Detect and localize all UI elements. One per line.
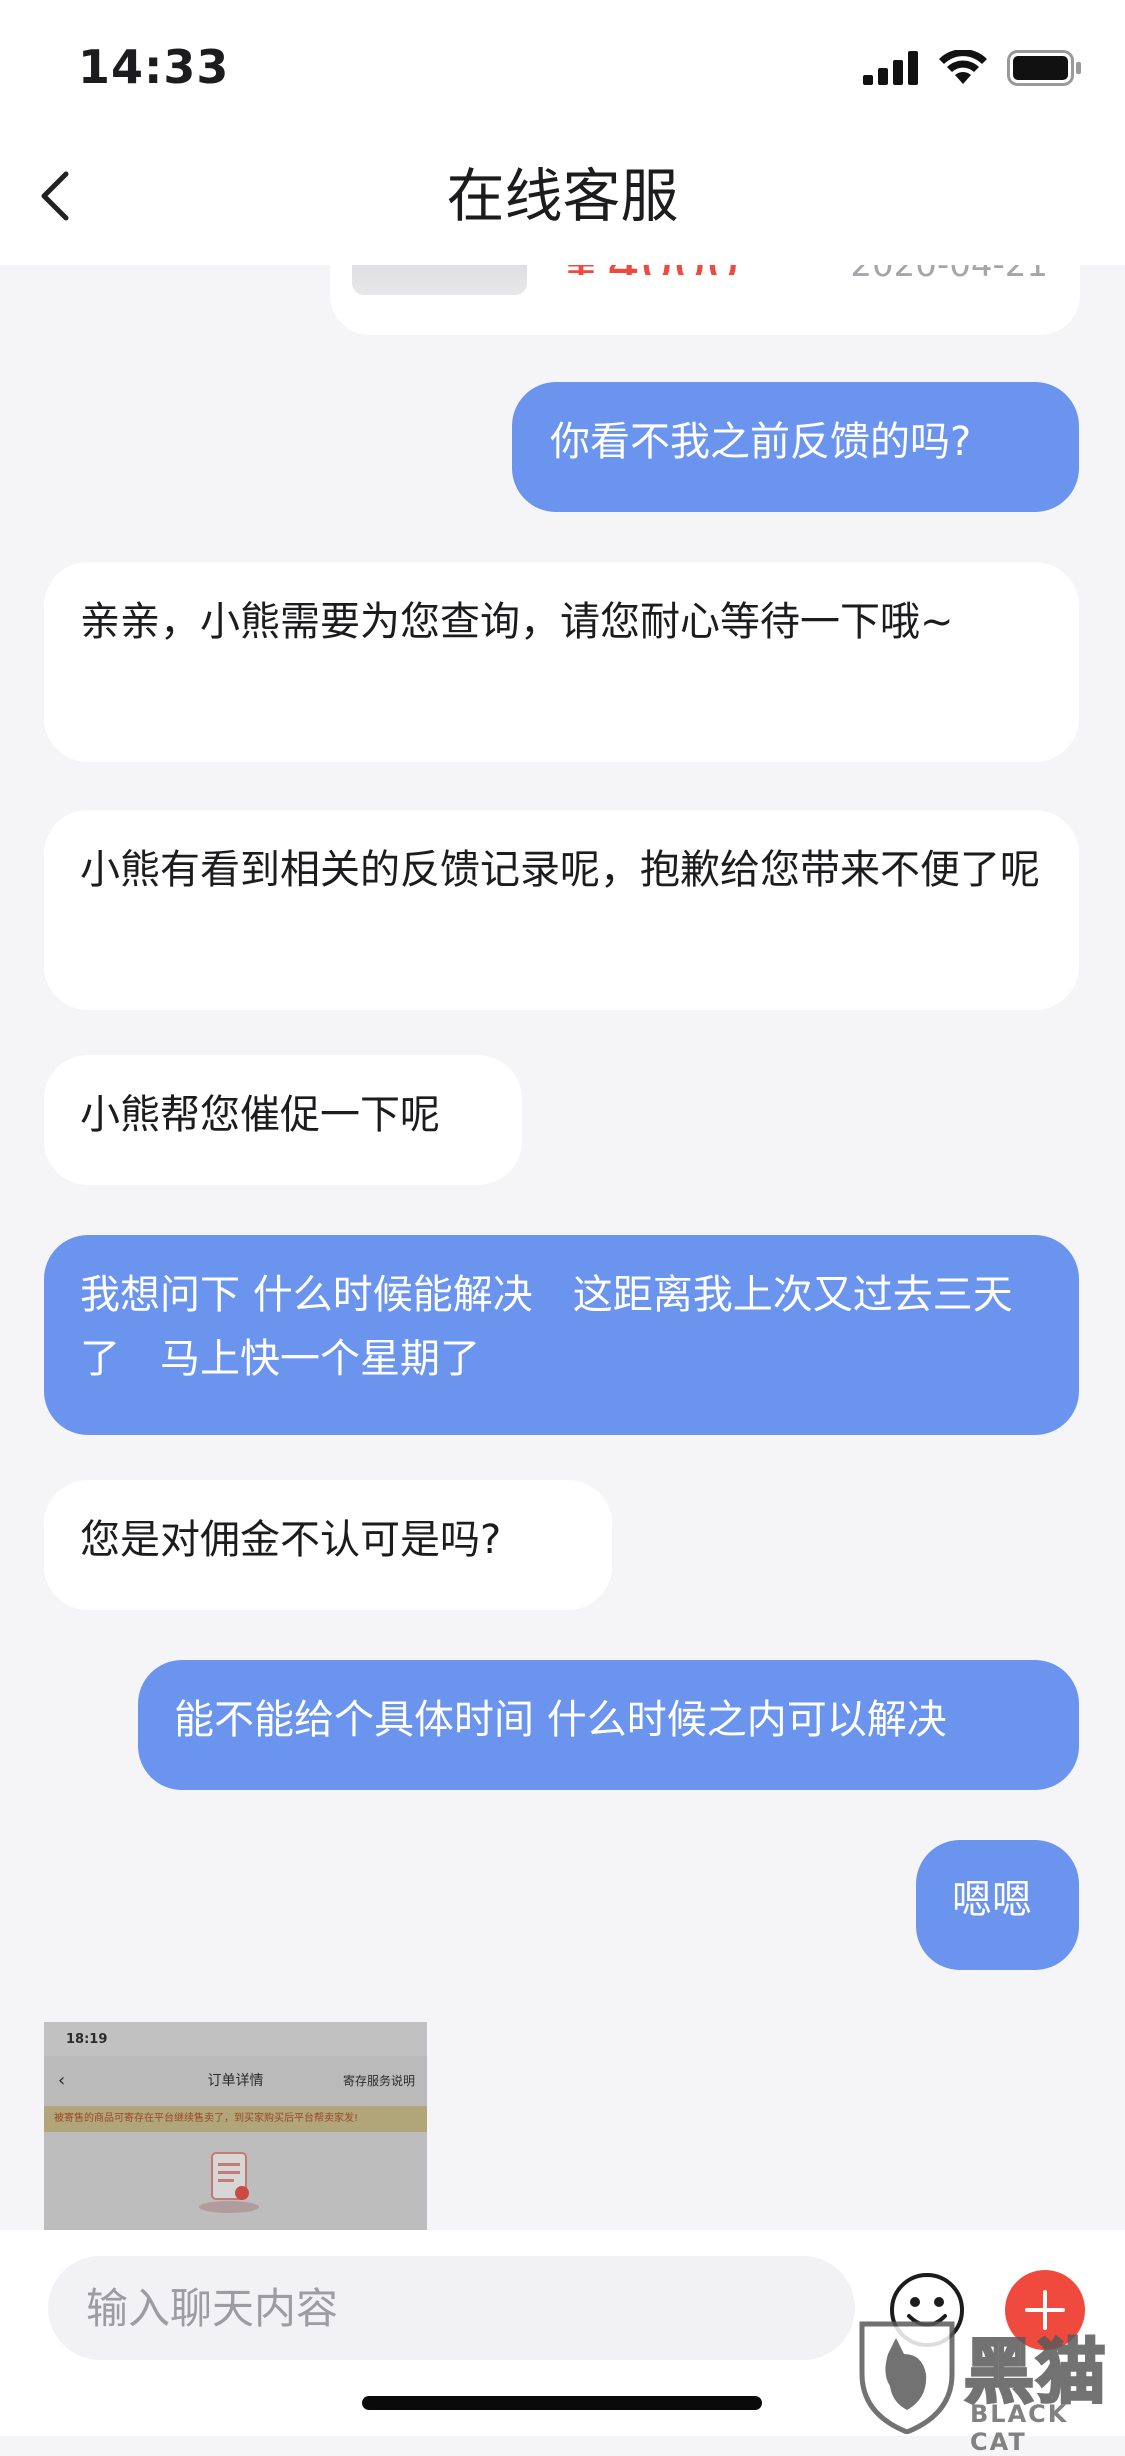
agent-message: 亲亲，小熊需要为您查询，请您耐心等待一下哦~ [44,562,1079,762]
product-thumbnail [352,265,527,295]
cat-shield-icon [859,2321,955,2434]
chat-message-list[interactable]: ￥4000 2020-04-21 你看不我之前反馈的吗? 亲亲，小熊需要为您查询… [0,265,1125,2230]
agent-message: 您是对佣金不认可是吗? [44,1480,612,1610]
user-message: 你看不我之前反馈的吗? [512,382,1079,512]
product-card[interactable]: ￥4000 2020-04-21 [330,265,1080,335]
wifi-icon [939,50,987,84]
agent-message: 小熊帮您催促一下呢 [44,1055,522,1185]
product-price: ￥4000 [555,265,739,275]
status-icons [863,50,1083,86]
user-message: 能不能给个具体时间 什么时候之内可以解决 [138,1660,1079,1790]
product-date: 2020-04-21 [850,265,1048,285]
cellular-signal-icon [863,51,918,85]
user-message: 嗯嗯 [916,1840,1079,1970]
agent-message: 小熊有看到相关的反馈记录呢，抱歉给您带来不便了呢 [44,810,1079,1010]
navigation-bar: 在线客服 [0,130,1125,265]
page-title: 在线客服 [446,162,679,230]
status-time: 14:33 [78,40,230,94]
battery-icon [1007,50,1081,86]
status-bar: 14:33 [0,0,1125,130]
watermark-logo: 黑猫 BLACK CAT [852,2310,1122,2456]
user-message: 我想问下 什么时候能解决 这距离我上次又过去三天了 马上快一个星期了 [44,1235,1079,1435]
image-message[interactable]: 18:19 ‹ 订单详情 寄存服务说明 被寄售的商品可寄存在平台继续售卖了，到买… [44,2022,427,2230]
watermark-brand-en: BLACK CAT [970,2400,1069,2456]
chat-input[interactable] [48,2256,855,2360]
home-indicator [362,2396,762,2410]
